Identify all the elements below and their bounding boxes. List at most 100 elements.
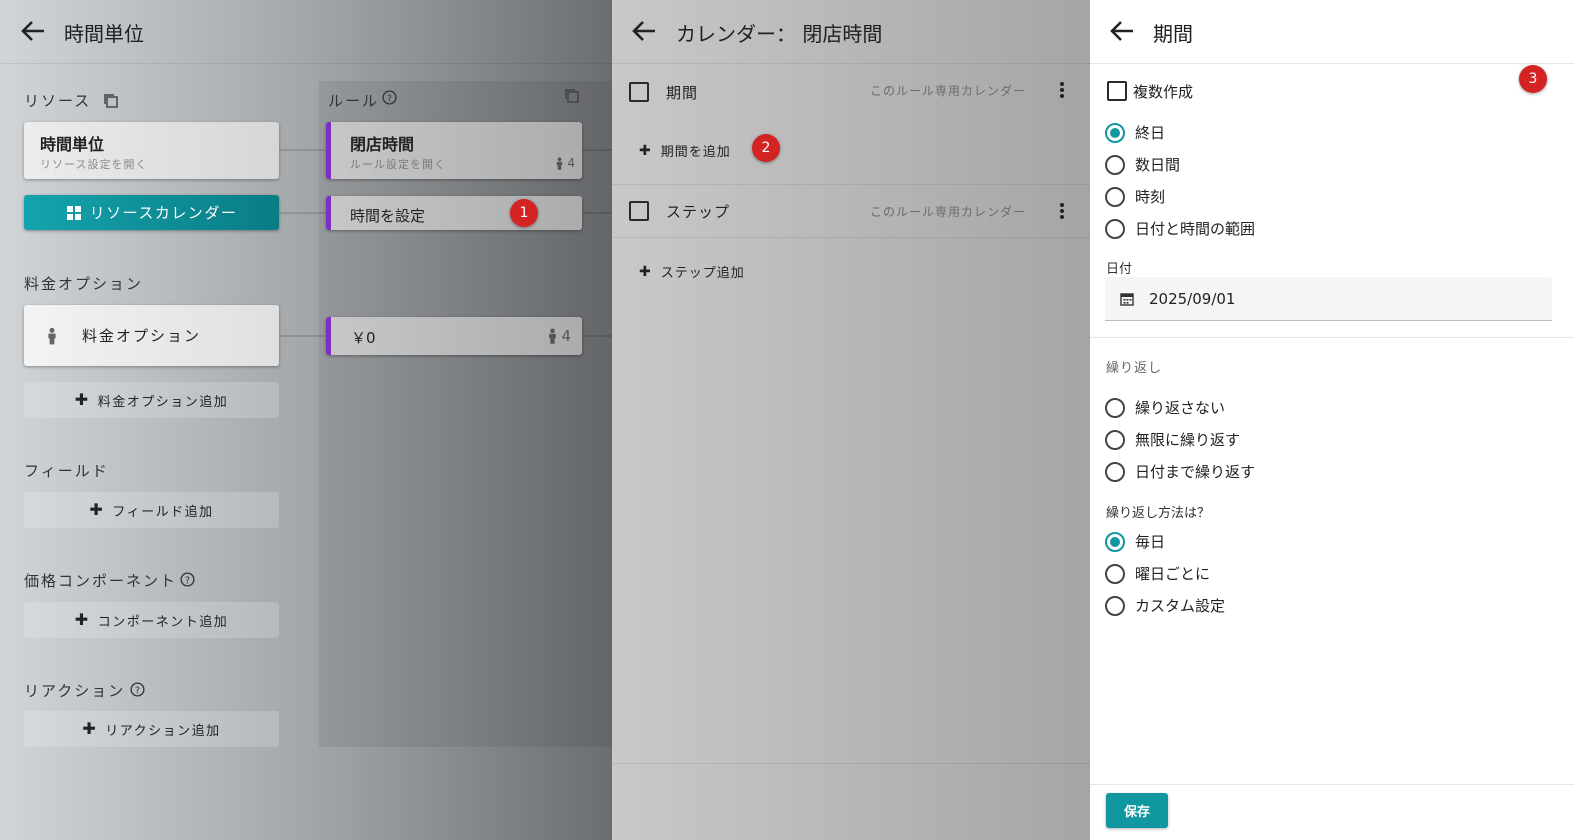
calendar-icon [1120, 292, 1134, 306]
period-option-datetime-range[interactable]: 日付と時間の範囲 [1105, 218, 1255, 239]
add-field-button[interactable]: ✚ フィールド追加 [24, 492, 279, 528]
radio-repeat-infinite[interactable] [1105, 429, 1125, 450]
price-count: 4 [561, 327, 571, 345]
add-component-button[interactable]: ✚ コンポーネント追加 [24, 602, 279, 638]
rules-label: ルール [328, 92, 380, 110]
help-icon[interactable]: ? [130, 682, 145, 697]
resource-card-subtitle: リソース設定を開く [40, 158, 148, 171]
add-component-label: コンポーネント追加 [97, 614, 229, 630]
connector [279, 335, 327, 337]
help-icon[interactable]: ? [382, 90, 397, 105]
method-option-label: 毎日 [1135, 533, 1166, 551]
period-checkbox[interactable] [629, 82, 649, 102]
radio-repeat-never[interactable] [1105, 397, 1125, 418]
person-icon [555, 156, 564, 170]
multi-create-checkbox[interactable] [1107, 81, 1127, 101]
resource-card-title: 時間単位 [40, 135, 105, 154]
person-icon [547, 328, 558, 344]
period-option-label: 日付と時間の範囲 [1135, 220, 1256, 238]
radio-method-daily[interactable] [1105, 531, 1125, 552]
price-components-label: 価格コンポーネント [24, 572, 178, 590]
repeat-option-label: 繰り返さない [1135, 399, 1226, 417]
add-step-link[interactable]: ✚ ステップ追加 [639, 262, 745, 282]
header-divider [0, 63, 612, 64]
resources-label: リソース [24, 92, 92, 110]
section-divider [1090, 337, 1574, 338]
row-divider [612, 184, 1090, 185]
pricing-card[interactable]: 料金オプション [24, 305, 279, 366]
reactions-label: リアクション [24, 682, 126, 700]
step-badge-1: 1 [510, 199, 538, 227]
back-arrow-icon[interactable] [20, 19, 46, 43]
price-card[interactable]: ￥0 4 [326, 317, 582, 355]
back-arrow-icon[interactable] [1109, 19, 1135, 43]
price-value: ￥0 [351, 329, 376, 347]
date-field[interactable]: 2025/09/01 [1105, 277, 1552, 321]
back-arrow-icon[interactable] [631, 19, 657, 43]
period-row-label[interactable]: 期間 [666, 82, 698, 103]
repeat-option-never[interactable]: 繰り返さない [1105, 397, 1225, 418]
kebab-icon[interactable] [1060, 80, 1064, 100]
svg-text:?: ? [135, 685, 140, 696]
plus-icon: ✚ [74, 610, 90, 629]
period-option-label: 数日間 [1135, 156, 1181, 174]
rule-card-title: 閉店時間 [350, 135, 415, 154]
footer-divider [1090, 784, 1574, 785]
step-row-label[interactable]: ステップ [666, 201, 730, 222]
resource-calendar-label: リソースカレンダー [89, 204, 238, 222]
plus-icon: ✚ [82, 719, 98, 738]
resource-card[interactable]: 時間単位 リソース設定を開く [24, 122, 279, 179]
add-period-link[interactable]: ✚ 期間を追加 [639, 141, 731, 161]
period-option-time[interactable]: 時刻 [1105, 186, 1165, 207]
save-button[interactable]: 保存 [1106, 793, 1168, 828]
radio-repeat-until-date[interactable] [1105, 461, 1125, 482]
period-option-several-days[interactable]: 数日間 [1105, 154, 1180, 175]
connector [279, 149, 327, 151]
pricing-label: 料金オプション [24, 275, 144, 293]
period-title: 期間 [1153, 22, 1193, 46]
radio-all-day[interactable] [1105, 122, 1125, 143]
date-value: 2025/09/01 [1149, 290, 1236, 308]
repeat-label: 繰り返し [1106, 361, 1163, 376]
header-divider [612, 63, 1090, 64]
method-option-custom[interactable]: カスタム設定 [1105, 595, 1225, 616]
add-reaction-label: リアクション追加 [105, 723, 221, 739]
method-option-label: 曜日ごとに [1135, 565, 1211, 583]
repeat-option-infinite[interactable]: 無限に繰り返す [1105, 429, 1240, 450]
add-step-label: ステップ追加 [660, 266, 745, 281]
radio-time[interactable] [1105, 186, 1125, 207]
page-title: 時間単位 [64, 22, 144, 46]
repeat-option-label: 日付まで繰り返す [1135, 463, 1256, 481]
step-checkbox[interactable] [629, 201, 649, 221]
add-reaction-button[interactable]: ✚ リアクション追加 [24, 711, 279, 747]
period-option-all-day[interactable]: 終日 [1105, 122, 1165, 143]
plus-icon: ✚ [639, 263, 652, 280]
radio-several-days[interactable] [1105, 154, 1125, 175]
add-period-label: 期間を追加 [660, 145, 731, 160]
set-time-card[interactable]: 時間を設定 [326, 196, 582, 230]
calendar-panel: カレンダー： 閉店時間 期間 このルール専用カレンダー ✚ 期間を追加 2 ステ… [612, 0, 1090, 840]
resource-calendar-button[interactable]: リソースカレンダー [24, 195, 279, 230]
copy-icon[interactable] [103, 93, 119, 109]
copy-icon[interactable] [564, 88, 580, 104]
radio-datetime-range[interactable] [1105, 218, 1125, 239]
help-icon[interactable]: ? [180, 572, 195, 587]
repeat-option-until-date[interactable]: 日付まで繰り返す [1105, 461, 1255, 482]
method-option-weekday[interactable]: 曜日ごとに [1105, 563, 1210, 584]
rule-card[interactable]: 閉店時間 ルール設定を開く 4 [326, 122, 582, 179]
calendar-title: カレンダー： 閉店時間 [676, 22, 883, 46]
add-pricing-button[interactable]: ✚ 料金オプション追加 [24, 382, 279, 418]
radio-method-weekday[interactable] [1105, 563, 1125, 584]
connector [279, 212, 327, 214]
kebab-icon[interactable] [1060, 201, 1064, 221]
step-badge-2: 2 [752, 134, 780, 162]
method-option-daily[interactable]: 毎日 [1105, 531, 1165, 552]
connector [582, 149, 612, 151]
radio-method-custom[interactable] [1105, 595, 1125, 616]
plus-icon: ✚ [639, 142, 652, 159]
footer-divider [612, 763, 1090, 764]
period-panel: 期間 複数作成 3 終日 数日間 時刻 日付と時間の範囲 日付 2025/09/… [1090, 0, 1574, 840]
step-badge-3: 3 [1519, 65, 1547, 93]
price-person-count: 4 [547, 327, 571, 345]
rule-person-count: 4 [555, 156, 575, 170]
